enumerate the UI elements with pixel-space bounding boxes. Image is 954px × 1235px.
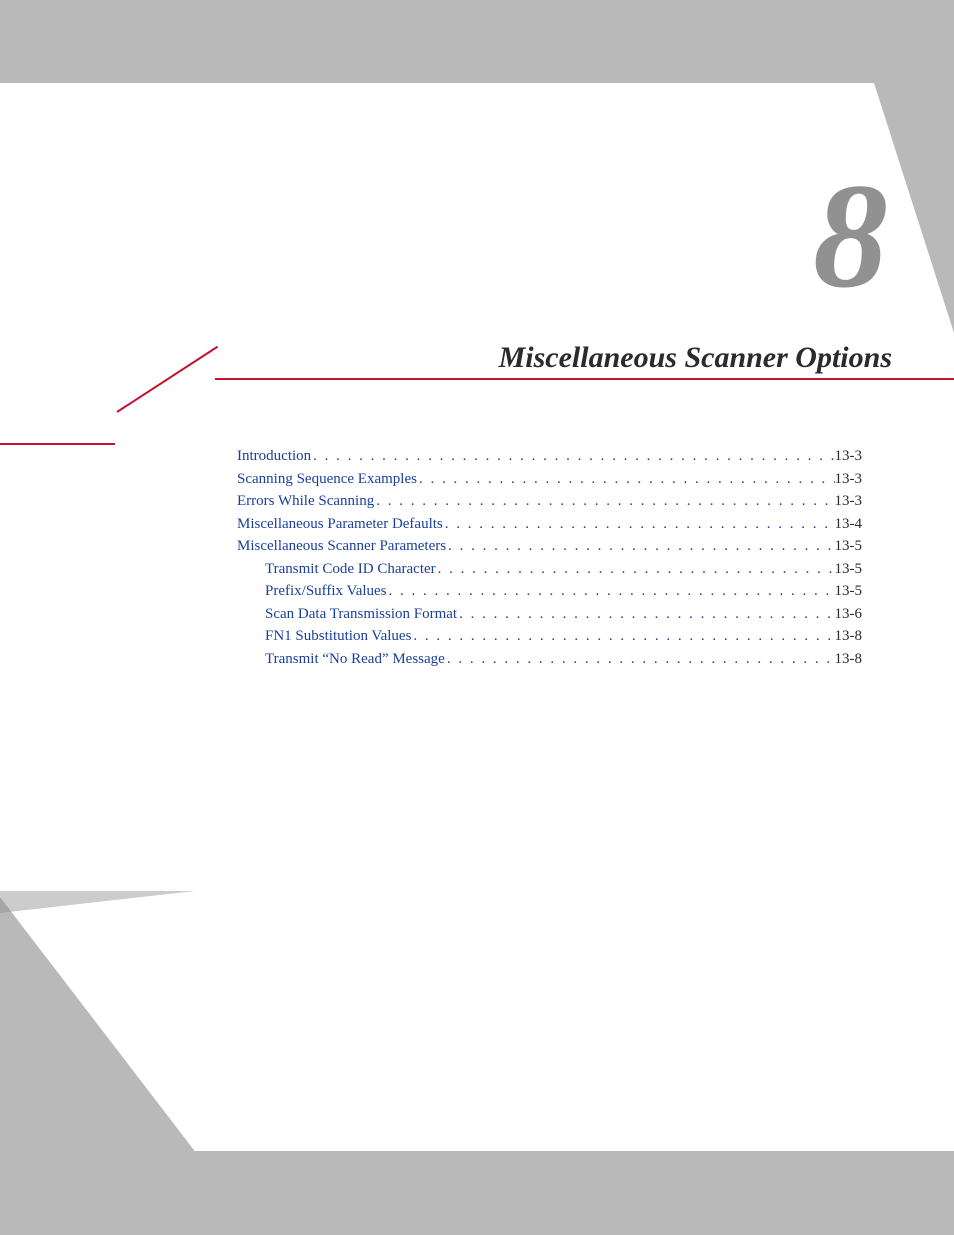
toc-label: FN1 Substitution Values [265,628,411,645]
toc-label: Prefix/Suffix Values [265,583,387,600]
toc-entry[interactable]: Miscellaneous Scanner Parameters 13-5 [237,538,862,555]
decorative-rule-right [215,378,954,380]
decorative-rule-left [0,443,115,445]
toc-label: Introduction [237,448,311,465]
toc-page-number: 13-3 [835,493,863,510]
toc-label: Miscellaneous Scanner Parameters [237,538,446,555]
toc-leader-dots [374,493,834,510]
toc-leader-dots [443,516,835,533]
toc-entry[interactable]: Prefix/Suffix Values 13-5 [237,583,862,600]
toc-leader-dots [446,538,834,555]
toc-leader-dots [411,628,834,645]
toc-page-number: 13-5 [835,583,863,600]
toc-page-number: 13-8 [835,628,863,645]
toc-label: Miscellaneous Parameter Defaults [237,516,443,533]
toc-entry[interactable]: Transmit Code ID Character 13-5 [237,561,862,578]
toc-entry[interactable]: Introduction 13-3 [237,448,862,465]
document-page: 8 Miscellaneous Scanner Options Introduc… [0,83,954,1151]
toc-label: Scanning Sequence Examples [237,471,417,488]
toc-entry[interactable]: Scan Data Transmission Format 13-6 [237,606,862,623]
chapter-number: 8 [813,161,884,311]
toc-leader-dots [387,583,835,600]
toc-label: Scan Data Transmission Format [265,606,457,623]
decorative-wedge-shadow [0,891,195,913]
toc-page-number: 13-5 [835,538,863,555]
toc-page-number: 13-6 [835,606,863,623]
toc-leader-dots [457,606,834,623]
toc-entry[interactable]: Transmit “No Read” Message 13-8 [237,651,862,668]
toc-label: Transmit “No Read” Message [265,651,445,668]
toc-label: Transmit Code ID Character [265,561,436,578]
decorative-wedge-bottom [0,891,195,1151]
toc-page-number: 13-3 [835,471,863,488]
toc-entry[interactable]: Scanning Sequence Examples 13-3 [237,471,862,488]
toc-page-number: 13-5 [835,561,863,578]
toc-label: Errors While Scanning [237,493,374,510]
table-of-contents: Introduction 13-3 Scanning Sequence Exam… [237,448,862,673]
decorative-rule-diagonal [116,346,218,413]
decorative-wedge-top [874,83,954,333]
chapter-title: Miscellaneous Scanner Options [499,341,892,375]
toc-entry[interactable]: Miscellaneous Parameter Defaults 13-4 [237,516,862,533]
toc-entry[interactable]: Errors While Scanning 13-3 [237,493,862,510]
toc-leader-dots [436,561,835,578]
toc-page-number: 13-8 [835,651,863,668]
toc-entry[interactable]: FN1 Substitution Values 13-8 [237,628,862,645]
toc-leader-dots [445,651,835,668]
toc-leader-dots [417,471,835,488]
toc-page-number: 13-4 [835,516,863,533]
toc-page-number: 13-3 [835,448,863,465]
toc-leader-dots [311,448,834,465]
